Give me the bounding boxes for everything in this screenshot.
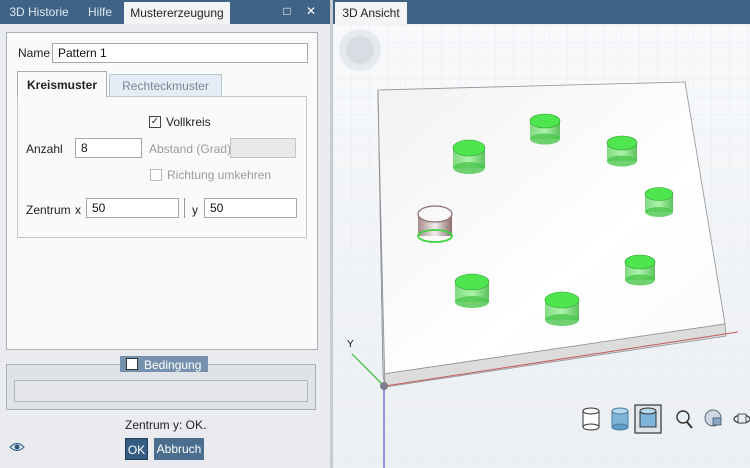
bedingung-label: Bedingung [144,358,202,372]
view-sphere-icon[interactable] [704,409,722,427]
tab-rechteckmuster[interactable]: Rechteckmuster [109,74,222,97]
right-tab-strip: 3D Ansicht [333,0,750,24]
cylinder-3[interactable] [606,135,638,167]
richtung-checkbox[interactable] [150,169,162,181]
zentrum-y-label: y [192,203,198,217]
cylinder-shaded-icon[interactable] [611,407,629,431]
bedingung-input[interactable] [14,380,308,402]
name-input[interactable]: Pattern 1 [52,43,308,63]
vollkreis-checkbox[interactable]: ✓ [149,116,161,128]
zentrum-x-input[interactable]: 50 [86,198,179,218]
cylinder-outline-icon[interactable] [582,407,600,431]
abbruch-button[interactable]: Abbruch [154,438,204,460]
bedingung-header[interactable]: Bedingung [120,356,208,372]
cylinder-4[interactable] [644,187,674,218]
tab-kreismuster[interactable]: Kreismuster [17,71,107,97]
left-panel: 3D Historie Hilfe Mustererzeugung □ ✕ Na… [0,0,330,468]
tab-hilfe[interactable]: Hilfe [78,0,122,24]
view-navigation-icon[interactable] [339,29,381,71]
abstand-input[interactable] [230,138,296,158]
zentrum-label: Zentrum [26,203,71,217]
right-panel: 3D Ansicht Y [333,0,750,468]
origin-marker [380,382,388,390]
tab-3d-ansicht[interactable]: 3D Ansicht [335,2,407,24]
3d-viewport[interactable]: Y [333,24,750,468]
eye-icon[interactable] [9,441,25,453]
y-axis-label: Y [347,339,354,350]
ok-button[interactable]: OK [125,438,148,460]
anzahl-label: Anzahl [26,142,63,156]
kreismuster-content: ✓ Vollkreis Anzahl 8 Abstand (Grad) Rich… [17,96,307,238]
cylinder-6[interactable] [544,291,580,326]
status-text: Zentrum y: OK. [125,418,207,432]
cylinder-7[interactable] [454,273,490,308]
abstand-label: Abstand (Grad) [149,142,232,156]
zentrum-y-input[interactable]: 50 [204,198,297,218]
left-tab-strip: 3D Historie Hilfe Mustererzeugung □ ✕ [0,0,330,24]
cylinder-2[interactable] [529,113,561,145]
field-separator [184,198,185,218]
vollkreis-label: Vollkreis [166,115,211,129]
bedingung-checkbox[interactable] [126,358,138,370]
zentrum-x-label: x [75,203,81,217]
close-icon[interactable]: ✕ [303,3,319,19]
name-label: Name [18,46,51,60]
cylinder-5[interactable] [624,254,656,286]
cylinder-selected-icon[interactable] [634,404,662,434]
cylinder-1[interactable] [452,139,486,174]
tab-mustererzeugung[interactable]: Mustererzeugung [124,2,230,24]
maximize-icon[interactable]: □ [279,3,295,19]
tab-3d-historie[interactable]: 3D Historie [4,0,74,24]
pattern-form-panel: Name Pattern 1 Kreismuster Rechteckmuste… [6,32,318,350]
richtung-label: Richtung umkehren [167,168,272,182]
anzahl-input[interactable]: 8 [75,138,142,158]
